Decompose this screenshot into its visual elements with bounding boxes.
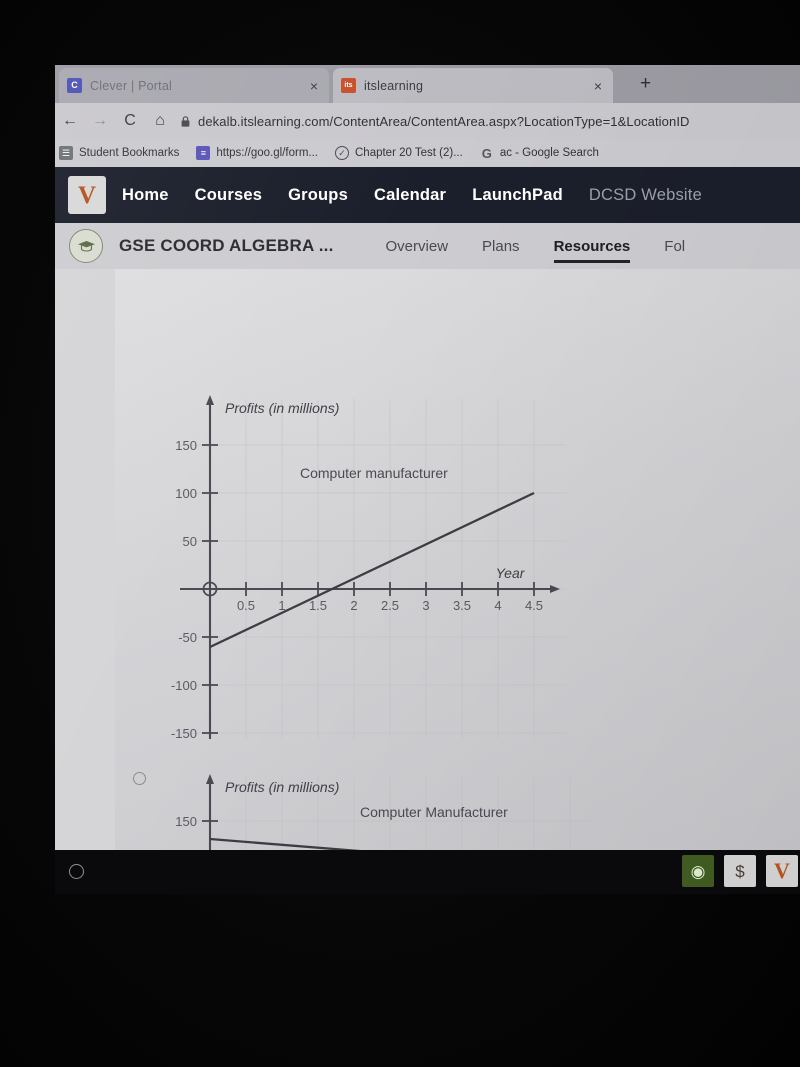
shelf-icon-list: ◉ $ V <box>672 855 798 887</box>
close-icon[interactable]: × <box>307 78 321 94</box>
nav-item-dcsd-website[interactable]: DCSD Website <box>589 186 702 205</box>
itslearning-icon: its <box>341 78 356 93</box>
page-title: GSE COORD ALGEBRA ... <box>119 236 334 255</box>
svg-text:150: 150 <box>175 814 197 829</box>
y-axis-label: Profits (in millions) <box>225 779 339 795</box>
chromeos-shelf: ◉ $ V <box>55 850 800 894</box>
nav-item-courses[interactable]: Courses <box>195 186 262 205</box>
browser-toolbar: ← → C ⌂ dekalb.itslearning.com/ContentAr… <box>55 103 800 139</box>
browser-window: C Clever | Portal × its itslearning × + … <box>55 65 800 850</box>
browser-tab-title: Clever | Portal <box>90 78 172 93</box>
y-axis-arrow <box>206 395 214 405</box>
course-tab-list: Overview Plans Resources Fol <box>386 223 720 269</box>
y-axis-arrow <box>206 774 214 784</box>
browser-tab-clever[interactable]: C Clever | Portal × <box>59 68 329 103</box>
svg-text:4.5: 4.5 <box>525 598 543 613</box>
address-bar-url: dekalb.itslearning.com/ContentArea/Conte… <box>198 113 690 129</box>
series-line-computer-manufacturer <box>209 491 535 649</box>
home-icon[interactable]: ⌂ <box>145 113 175 129</box>
camera-app-icon[interactable]: ◉ <box>682 855 714 887</box>
close-icon[interactable]: × <box>591 78 605 94</box>
itslearning-logo-icon[interactable]: V <box>68 176 106 214</box>
graph-bottom: 150 100 Profits (in millions) Computer M… <box>170 769 600 850</box>
x-axis-label: Year <box>496 565 526 581</box>
svg-text:1.5: 1.5 <box>309 598 327 613</box>
browser-tab-strip: C Clever | Portal × its itslearning × + <box>55 65 800 103</box>
bookmark-google-search[interactable]: G ac - Google Search <box>480 146 599 160</box>
course-header: GSE COORD ALGEBRA ... Overview Plans Res… <box>55 223 800 269</box>
bookmark-chapter-20-test[interactable]: ✓ Chapter 20 Test (2)... <box>335 146 463 160</box>
launcher-circle-icon[interactable] <box>69 864 84 879</box>
itslearning-app-icon[interactable]: V <box>766 855 798 887</box>
screenshot-root: C Clever | Portal × its itslearning × + … <box>0 0 800 1067</box>
svg-text:4: 4 <box>494 598 501 613</box>
bookmark-label: Chapter 20 Test (2)... <box>355 147 463 159</box>
svg-text:50: 50 <box>183 534 197 549</box>
series-annotation: Computer manufacturer <box>300 465 448 481</box>
browser-tab-title: itslearning <box>364 78 424 93</box>
svg-text:3: 3 <box>422 598 429 613</box>
bookmark-label: ac - Google Search <box>499 147 599 159</box>
files-app-icon[interactable]: $ <box>724 855 756 887</box>
graph-top-svg: 150 100 50 -50 -100 -150 0.5 1 1.5 2 2.5 <box>171 395 566 741</box>
svg-text:0.5: 0.5 <box>237 598 255 613</box>
graduation-cap-icon <box>69 229 103 263</box>
svg-text:-50: -50 <box>178 630 197 645</box>
clock-icon: ✓ <box>335 146 349 160</box>
new-tab-button[interactable]: + <box>640 74 651 93</box>
svg-text:2.5: 2.5 <box>381 598 399 613</box>
y-tick-labels: 150 100 <box>175 814 197 829</box>
svg-text:3.5: 3.5 <box>453 598 471 613</box>
tab-overview[interactable]: Overview <box>386 223 449 269</box>
back-icon[interactable]: ← <box>55 113 85 129</box>
x-axis-arrow <box>550 585 560 593</box>
address-bar[interactable]: dekalb.itslearning.com/ContentArea/Conte… <box>181 108 800 134</box>
y-axis-label: Profits (in millions) <box>225 400 339 416</box>
form-icon: ≡ <box>196 146 211 160</box>
forward-icon[interactable]: → <box>85 113 115 129</box>
bookmarks-bar: ☰ Student Bookmarks ≡ https://goo.gl/for… <box>55 139 800 167</box>
graph-bottom-svg: 150 100 Profits (in millions) Computer M… <box>175 774 590 850</box>
bookmark-student-bookmarks[interactable]: ☰ Student Bookmarks <box>59 146 179 160</box>
folder-icon: ☰ <box>59 146 73 160</box>
bookmark-label: https://goo.gl/form... <box>216 147 318 159</box>
graph-top: 150 100 50 -50 -100 -150 0.5 1 1.5 2 2.5 <box>170 389 570 749</box>
google-icon: G <box>481 145 492 161</box>
x-tick-labels: 0.5 1 1.5 2 2.5 3 3.5 4 4.5 <box>237 598 543 613</box>
content-area: 150 100 50 -50 -100 -150 0.5 1 1.5 2 2.5 <box>55 269 800 850</box>
svg-text:150: 150 <box>175 438 197 453</box>
nav-item-launchpad[interactable]: LaunchPad <box>472 186 563 205</box>
nav-item-calendar[interactable]: Calendar <box>374 186 446 205</box>
nav-item-home[interactable]: Home <box>122 186 169 205</box>
svg-text:2: 2 <box>350 598 357 613</box>
site-navigation-bar: V Home Courses Groups Calendar LaunchPad… <box>55 167 800 223</box>
tab-follow-up[interactable]: Fol <box>664 223 685 269</box>
graduation-cap-glyph <box>77 240 95 252</box>
clever-icon: C <box>67 78 82 93</box>
reload-icon[interactable]: C <box>115 113 145 129</box>
svg-text:100: 100 <box>175 486 197 501</box>
series-annotation: Computer Manufacturer <box>360 804 508 820</box>
answer-choice-radio[interactable] <box>133 772 146 785</box>
nav-item-groups[interactable]: Groups <box>288 186 348 205</box>
svg-text:-100: -100 <box>171 678 197 693</box>
bookmark-google-form[interactable]: ≡ https://goo.gl/form... <box>196 146 318 160</box>
tab-plans[interactable]: Plans <box>482 223 520 269</box>
svg-text:-150: -150 <box>171 726 197 741</box>
browser-tab-itslearning[interactable]: its itslearning × <box>333 68 613 103</box>
tab-resources[interactable]: Resources <box>553 223 630 269</box>
bookmark-label: Student Bookmarks <box>79 147 180 159</box>
lock-icon <box>181 115 190 127</box>
